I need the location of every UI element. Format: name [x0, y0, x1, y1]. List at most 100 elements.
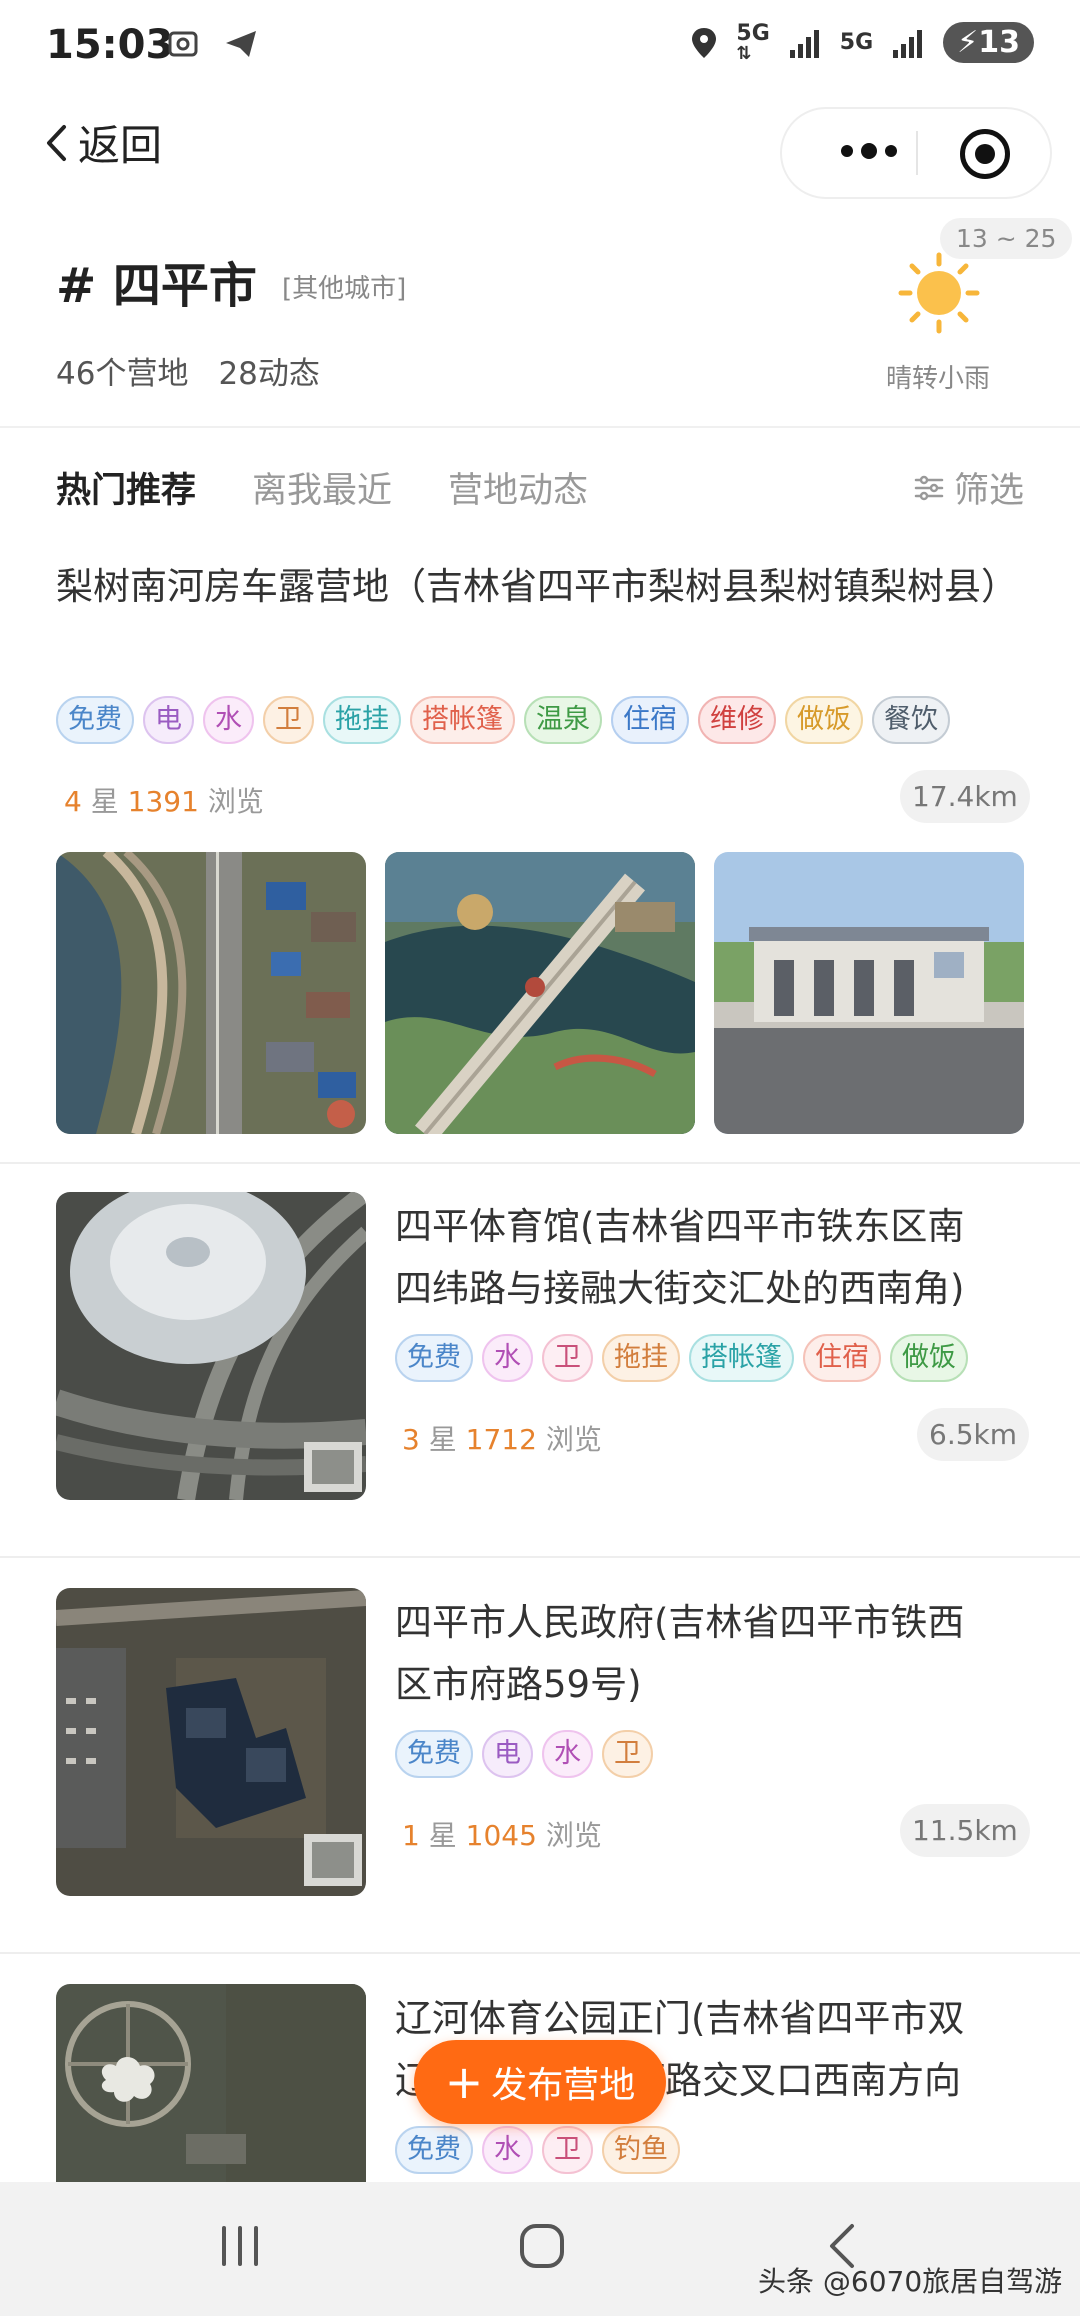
header-divider [0, 426, 1080, 428]
tag-water: 水 [542, 1730, 593, 1778]
camp-tags: 免费 水 卫 拖挂 搭帐篷 住宿 做饭 [395, 1334, 968, 1382]
status-left-icons [165, 26, 259, 62]
tag-lodging: 住宿 [611, 696, 689, 744]
posts-count: 28动态 [218, 356, 320, 392]
views-label: 浏览 [545, 1423, 602, 1456]
camp-meta: 4 星 1391 浏览 [64, 780, 264, 820]
location-icon [692, 27, 717, 58]
tag-water: 水 [482, 2126, 533, 2174]
camp-photo-restroom[interactable] [714, 852, 1024, 1134]
tag-electricity: 电 [143, 696, 194, 744]
miniprogram-capsule [780, 107, 1052, 199]
other-cities-link[interactable]: [其他城市] [282, 268, 406, 305]
publish-camp-label: 发布营地 [491, 2065, 636, 2106]
view-count: 1712 [465, 1423, 537, 1456]
battery-indicator: ⚡13 [943, 22, 1034, 63]
camp-title[interactable]: 四平体育馆(吉林省四平市铁东区南 四纬路与接融大街交汇处的西南角) [395, 1196, 1035, 1320]
tag-trailer: 拖挂 [602, 1334, 680, 1382]
tag-trailer: 拖挂 [323, 696, 401, 744]
camp-title[interactable]: 梨树南河房车露营地（吉林省四平市梨树县梨树镇梨树县） [56, 556, 1026, 618]
tab-hot[interactable]: 热门推荐 [56, 462, 196, 513]
tag-toilet: 卫 [542, 1334, 593, 1382]
camp-photo-aerial[interactable] [56, 852, 366, 1134]
close-miniprogram-button[interactable] [960, 129, 1010, 179]
camp-meta: 1 星 1045 浏览 [402, 1814, 602, 1854]
camp-title[interactable]: 四平市人民政府(吉林省四平市铁西 区市府路59号) [395, 1592, 1035, 1716]
signal-icon-2 [893, 29, 923, 58]
tag-toilet: 卫 [542, 2126, 593, 2174]
star-rating: 3 [402, 1423, 420, 1456]
sun-icon [898, 252, 980, 334]
camp-tags: 免费 水 卫 钓鱼 [395, 2126, 680, 2174]
tag-cooking: 做饭 [890, 1334, 968, 1382]
home-button[interactable] [518, 2222, 566, 2270]
star-rating: 4 [64, 785, 82, 818]
item-divider [0, 1162, 1080, 1164]
star-label: 星 [428, 1819, 457, 1852]
camp-thumbnail-stadium[interactable] [56, 1192, 366, 1500]
watermark: 头条 @6070旅居自驾游 [758, 2265, 1063, 2298]
filter-icon [914, 475, 944, 500]
views-label: 浏览 [545, 1819, 602, 1852]
camp-photo-river[interactable] [385, 852, 695, 1134]
network-5g-1: 5G ⇅ [736, 20, 770, 64]
city-stats: 46个营地 28动态 [56, 348, 320, 393]
tag-tent: 搭帐篷 [410, 696, 515, 744]
tag-toilet: 卫 [263, 696, 314, 744]
distance-badge: 11.5km [900, 1804, 1030, 1857]
city-title: # 四平市 [56, 258, 257, 314]
views-label: 浏览 [207, 785, 264, 818]
camp-tags: 免费 电 水 卫 拖挂 搭帐篷 温泉 住宿 维修 做饭 餐饮 [56, 696, 950, 744]
signal-icon-1 [789, 29, 819, 58]
tag-free: 免费 [395, 1334, 473, 1382]
telegram-icon [226, 31, 256, 57]
tag-cooking: 做饭 [785, 696, 863, 744]
screenshot-icon [168, 31, 198, 57]
star-label: 星 [428, 1423, 457, 1456]
item-divider [0, 1952, 1080, 1954]
distance-badge: 6.5km [917, 1408, 1030, 1461]
system-navigation-bar: 头条 @6070旅居自驾游 [0, 2182, 1080, 2316]
tag-tent: 搭帐篷 [689, 1334, 794, 1382]
filter-label: 筛选 [953, 471, 1024, 511]
item-divider [0, 1556, 1080, 1558]
status-time: 15:03 [46, 22, 174, 68]
back-label: 返回 [78, 121, 163, 170]
tag-free: 免费 [395, 2126, 473, 2174]
tag-toilet: 卫 [602, 1730, 653, 1778]
camp-thumbnail-government[interactable] [56, 1588, 366, 1896]
distance-badge: 17.4km [900, 770, 1030, 823]
chevron-left-icon [47, 124, 66, 161]
tag-water: 水 [482, 1334, 533, 1382]
tag-free: 免费 [395, 1730, 473, 1778]
tag-fishing: 钓鱼 [602, 2126, 680, 2174]
capsule-divider [916, 131, 918, 175]
status-right-icons: 5G ⇅ 5G ⚡13 [690, 22, 1034, 63]
tag-hot-spring: 温泉 [524, 696, 602, 744]
weather-text: 晴转小雨 [886, 364, 991, 394]
tab-camp-posts[interactable]: 营地动态 [448, 462, 588, 513]
back-button[interactable]: 返回 [44, 112, 162, 173]
publish-camp-button[interactable]: + 发布营地 [414, 2040, 666, 2124]
camps-count: 46个营地 [56, 356, 189, 392]
camp-thumbnail-park[interactable] [56, 1984, 366, 2182]
tag-repair: 维修 [698, 696, 776, 744]
tag-dining: 餐饮 [872, 696, 950, 744]
filter-button[interactable]: 筛选 [914, 462, 1024, 513]
view-count: 1045 [465, 1819, 537, 1852]
camp-meta: 3 星 1712 浏览 [402, 1418, 602, 1458]
recent-apps-button[interactable] [216, 2222, 264, 2270]
camp-tags: 免费 电 水 卫 [395, 1730, 653, 1778]
status-bar: 15:03 5G ⇅ 5G ⚡13 [0, 0, 1080, 95]
star-label: 星 [90, 785, 119, 818]
tag-water: 水 [203, 696, 254, 744]
charging-icon: ⚡ [957, 25, 979, 60]
tag-free: 免费 [56, 696, 134, 744]
plus-icon: + [444, 2055, 484, 2109]
more-options-button[interactable] [824, 131, 914, 171]
tag-lodging: 住宿 [803, 1334, 881, 1382]
star-rating: 1 [402, 1819, 420, 1852]
tab-nearest[interactable]: 离我最近 [252, 462, 392, 513]
network-5g-2: 5G [839, 29, 874, 55]
tab-bar: 热门推荐 离我最近 营地动态 [56, 462, 588, 513]
